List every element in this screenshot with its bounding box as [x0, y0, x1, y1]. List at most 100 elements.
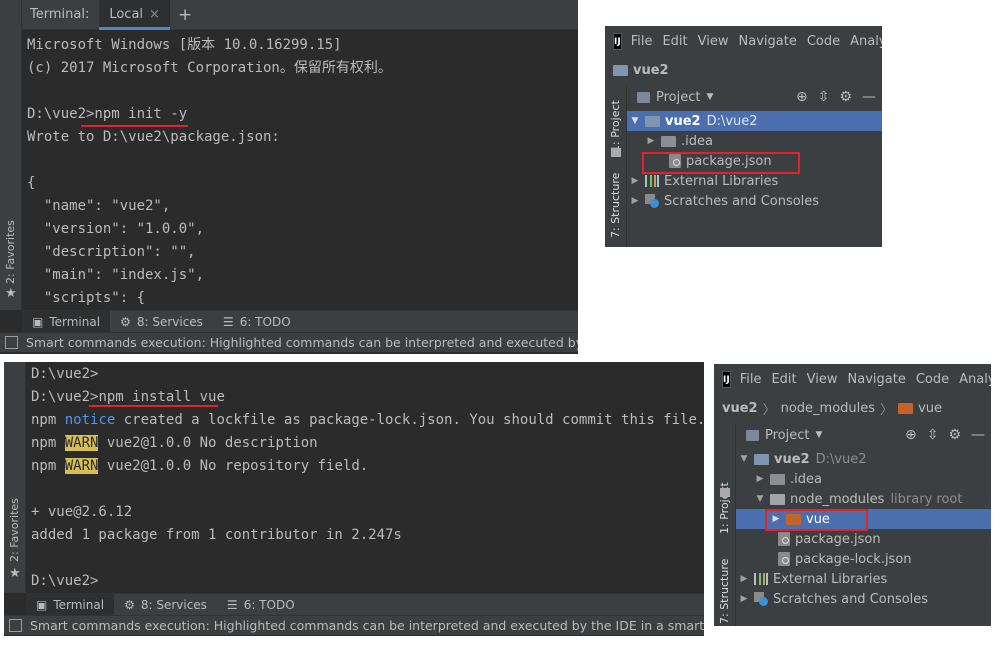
folder-icon [770, 493, 785, 505]
prompt-prefix: D:\vue2> [31, 389, 99, 405]
status-text: Smart commands execution: Highlighted co… [30, 618, 704, 633]
tool-window-bar: ▣ Terminal ⚙ 8: Services ☰ 6: TODO [26, 593, 704, 616]
locate-icon[interactable]: ⊕ [905, 427, 917, 443]
warn-message: vue2@1.0.0 No description [98, 435, 318, 451]
project-window-init: IJ File Edit View Navigate Code Analy vu… [605, 26, 882, 247]
toggle-tool-windows-icon[interactable] [9, 619, 22, 632]
tab-terminal[interactable]: ▣ Terminal [26, 593, 115, 616]
tree-item-label: .idea [681, 133, 713, 149]
menu-file[interactable]: File [740, 372, 762, 387]
tab-terminal[interactable]: ▣ Terminal [22, 310, 111, 333]
tree-item-scratches[interactable]: ▶ Scratches and Consoles [627, 191, 882, 211]
expand-arrow-icon[interactable]: ▶ [645, 136, 657, 146]
tree-item-scratches[interactable]: ▶ Scratches and Consoles [736, 589, 991, 609]
expand-arrow-icon[interactable]: ▶ [738, 594, 750, 604]
expand-arrow-icon[interactable]: ▶ [629, 196, 641, 206]
menu-analyze[interactable]: Analy [959, 372, 991, 387]
expand-arrow-icon[interactable]: ▼ [754, 494, 766, 504]
project-folder-icon [613, 64, 628, 76]
menu-file[interactable]: File [631, 34, 653, 49]
breadcrumb-node-modules[interactable]: node_modules [781, 401, 875, 416]
gear-icon[interactable]: ⚙ [839, 89, 852, 105]
project-view-selector[interactable]: Project [656, 90, 700, 105]
terminal-output[interactable]: D:\vue2> D:\vue2>npm install vue npm not… [31, 363, 704, 593]
expand-arrow-icon[interactable]: ▶ [754, 474, 766, 484]
locate-icon[interactable]: ⊕ [796, 89, 808, 105]
tree-item-package-lock-json[interactable]: package-lock.json [736, 549, 991, 569]
menu-navigate[interactable]: Navigate [739, 34, 797, 49]
tree-item-vue2[interactable]: ▼ vue2 D:\vue2 [736, 449, 991, 469]
project-tools: ⊕ ⇳ ⚙ — [796, 85, 882, 109]
collapse-icon[interactable]: ⇳ [927, 427, 939, 443]
project-view-selector[interactable]: Project [765, 428, 809, 443]
chevron-down-icon[interactable]: ▼ [815, 430, 822, 440]
favorites-tab[interactable]: 2: Favorites [8, 498, 21, 562]
menu-bar: IJ File Edit View Navigate Code Analy [714, 364, 991, 394]
menu-code[interactable]: Code [916, 372, 949, 387]
close-icon[interactable]: × [149, 7, 160, 22]
terminal-line: D:\vue2>npm init -y [27, 106, 188, 122]
toggle-tool-windows-icon[interactable] [5, 336, 18, 349]
breadcrumb-vue[interactable]: vue [918, 401, 942, 416]
tree-item-package-json[interactable]: package.json [736, 529, 991, 549]
expand-arrow-icon[interactable]: ▼ [738, 454, 750, 464]
intellij-logo-icon: IJ [613, 32, 622, 50]
chevron-right-icon: 〉 [762, 402, 776, 418]
star-icon[interactable]: ★ [5, 286, 17, 301]
tab-services[interactable]: ⚙ 8: Services [110, 311, 213, 333]
expand-arrow-icon[interactable]: ▶ [629, 176, 641, 186]
tab-terminal-label: Terminal [53, 597, 105, 612]
breadcrumb-project[interactable]: vue2 [722, 401, 758, 416]
terminal-tabbar-label: Terminal: [30, 7, 90, 22]
module-folder-icon [754, 453, 769, 465]
collapse-icon[interactable]: ⇳ [818, 89, 830, 105]
menu-edit[interactable]: Edit [771, 372, 796, 387]
menu-analyze[interactable]: Analy [850, 34, 882, 49]
tab-local[interactable]: Local × [99, 0, 170, 30]
tab-todo-label: 6: TODO [243, 597, 295, 612]
tab-todo[interactable]: ☰ 6: TODO [217, 594, 305, 616]
minimize-icon[interactable]: — [971, 427, 985, 443]
tree-item-label: Scratches and Consoles [664, 193, 820, 209]
tab-todo[interactable]: ☰ 6: TODO [213, 311, 301, 333]
tree-item-idea[interactable]: ▶ .idea [736, 469, 991, 489]
tree-item-node-modules[interactable]: ▼ node_modules library root [736, 489, 991, 509]
gear-icon[interactable]: ⚙ [948, 427, 961, 443]
todo-icon: ☰ [222, 314, 234, 329]
library-icon [754, 573, 768, 585]
tree-item-external-libraries[interactable]: ▶ External Libraries [736, 569, 991, 589]
json-file-icon [778, 532, 790, 546]
tab-structure-vertical[interactable]: 7: Structure [718, 559, 731, 624]
menu-edit[interactable]: Edit [662, 34, 687, 49]
star-icon[interactable]: ★ [9, 566, 21, 581]
project-toolbar: Project ▼ ⊕ ⇳ ⚙ — [627, 85, 882, 109]
menu-view[interactable]: View [807, 372, 838, 387]
terminal-output[interactable]: Microsoft Windows [版本 10.0.16299.15] (c)… [27, 34, 392, 310]
tree-item-vue2[interactable]: ▼ vue2 D:\vue2 [627, 111, 882, 131]
warn-badge: WARN [64, 435, 99, 451]
breadcrumb-project[interactable]: vue2 [633, 63, 669, 78]
tab-services[interactable]: ⚙ 8: Services [114, 594, 217, 616]
favorites-tab[interactable]: 2: Favorites [4, 220, 17, 284]
npm-label: npm [31, 458, 57, 474]
expand-arrow-icon[interactable]: ▼ [629, 116, 641, 126]
new-session-button[interactable]: + [178, 5, 192, 25]
favorites-strip: 2: Favorites ★ [0, 0, 22, 310]
menu-code[interactable]: Code [807, 34, 840, 49]
tab-structure-vertical[interactable]: 7: Structure [609, 173, 622, 238]
menu-view[interactable]: View [698, 34, 729, 49]
tab-project-vertical[interactable]: 1: Project [609, 100, 622, 152]
intellij-logo-icon: IJ [722, 370, 731, 388]
status-bar: Smart commands execution: Highlighted co… [4, 615, 704, 635]
menu-navigate[interactable]: Navigate [848, 372, 906, 387]
expand-arrow-icon[interactable]: ▶ [738, 574, 750, 584]
project-window-install: IJ File Edit View Navigate Code Analy vu… [714, 364, 991, 626]
project-strip-icon [611, 148, 621, 157]
terminal-panel-install: 2: Favorites ★ D:\vue2> D:\vue2>npm inst… [4, 362, 704, 636]
tree-item-external-libraries[interactable]: ▶ External Libraries [627, 171, 882, 191]
chevron-down-icon[interactable]: ▼ [706, 92, 713, 102]
minimize-icon[interactable]: — [862, 89, 876, 105]
tree-item-idea[interactable]: ▶ .idea [627, 131, 882, 151]
